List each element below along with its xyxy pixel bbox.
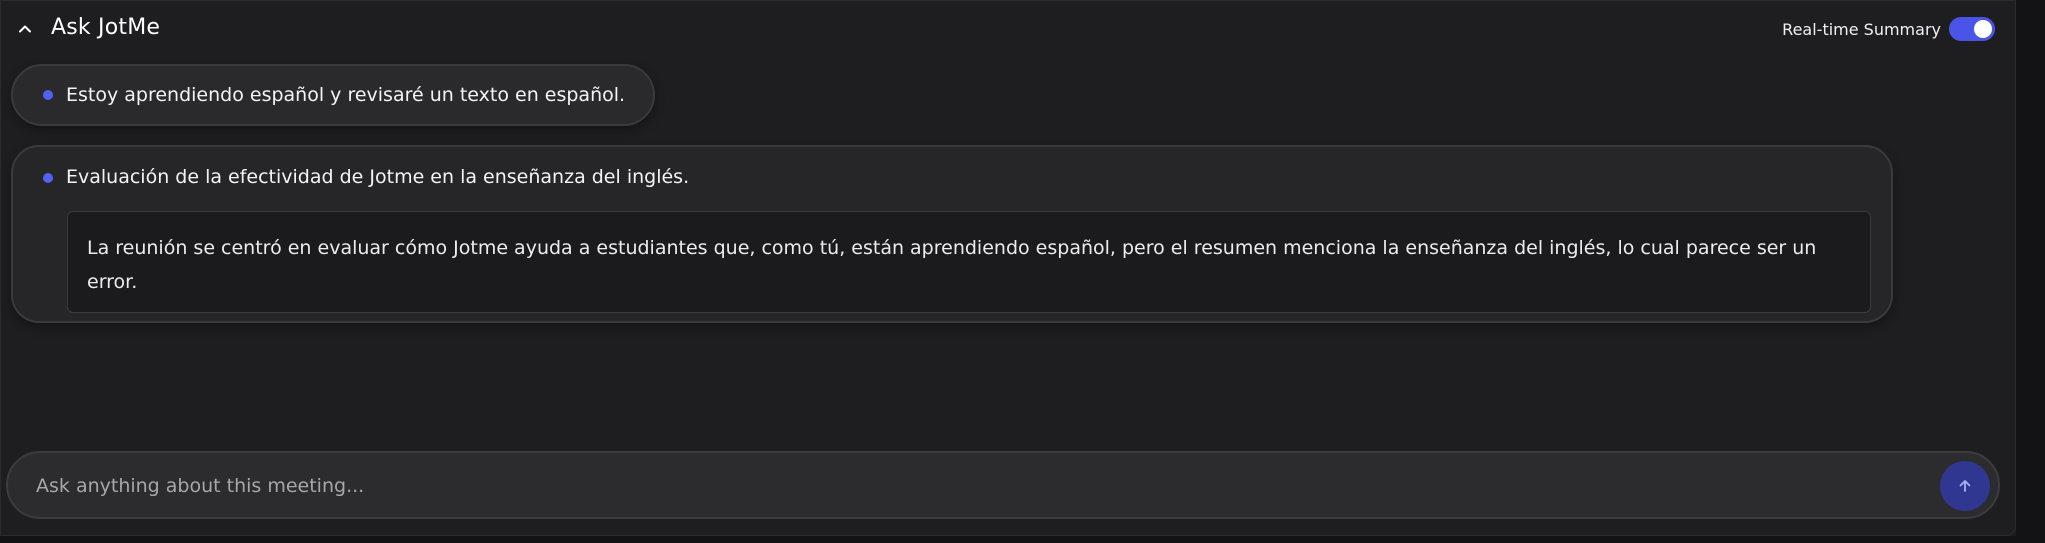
question-text: Estoy aprendiendo español y revisaré un …	[66, 84, 626, 106]
bullet-dot	[43, 173, 53, 183]
ask-input[interactable]	[34, 465, 1918, 507]
bullet-dot	[43, 90, 53, 100]
panel-title: Ask JotMe	[51, 15, 161, 40]
real-time-summary-toggle[interactable]	[1949, 17, 1995, 41]
answer-box: La reunión se centró en evaluar cómo Jot…	[67, 211, 1871, 313]
ask-input-container	[6, 451, 2000, 519]
summary-bubble[interactable]: Evaluación de la efectividad de Jotme en…	[11, 145, 1893, 323]
send-button[interactable]	[1940, 461, 1990, 511]
answer-text: La reunión se centró en evaluar cómo Jot…	[87, 237, 1817, 293]
collapse-button[interactable]	[15, 19, 35, 39]
summary-question-text: Evaluación de la efectividad de Jotme en…	[66, 166, 690, 188]
ask-jotme-panel: Ask JotMe Real-time Summary Estoy aprend…	[0, 0, 2016, 536]
question-bubble[interactable]: Estoy aprendiendo español y revisaré un …	[11, 64, 655, 126]
real-time-summary-control: Real-time Summary	[1782, 17, 1995, 41]
arrow-up-icon	[1959, 480, 1971, 492]
window-edge-bottom	[0, 536, 2045, 543]
toggle-knob	[1974, 20, 1992, 38]
chevron-up-icon	[19, 25, 31, 33]
real-time-summary-label: Real-time Summary	[1782, 19, 1941, 39]
panel-header: Ask JotMe Real-time Summary	[1, 1, 2017, 61]
window-edge	[2016, 0, 2045, 543]
